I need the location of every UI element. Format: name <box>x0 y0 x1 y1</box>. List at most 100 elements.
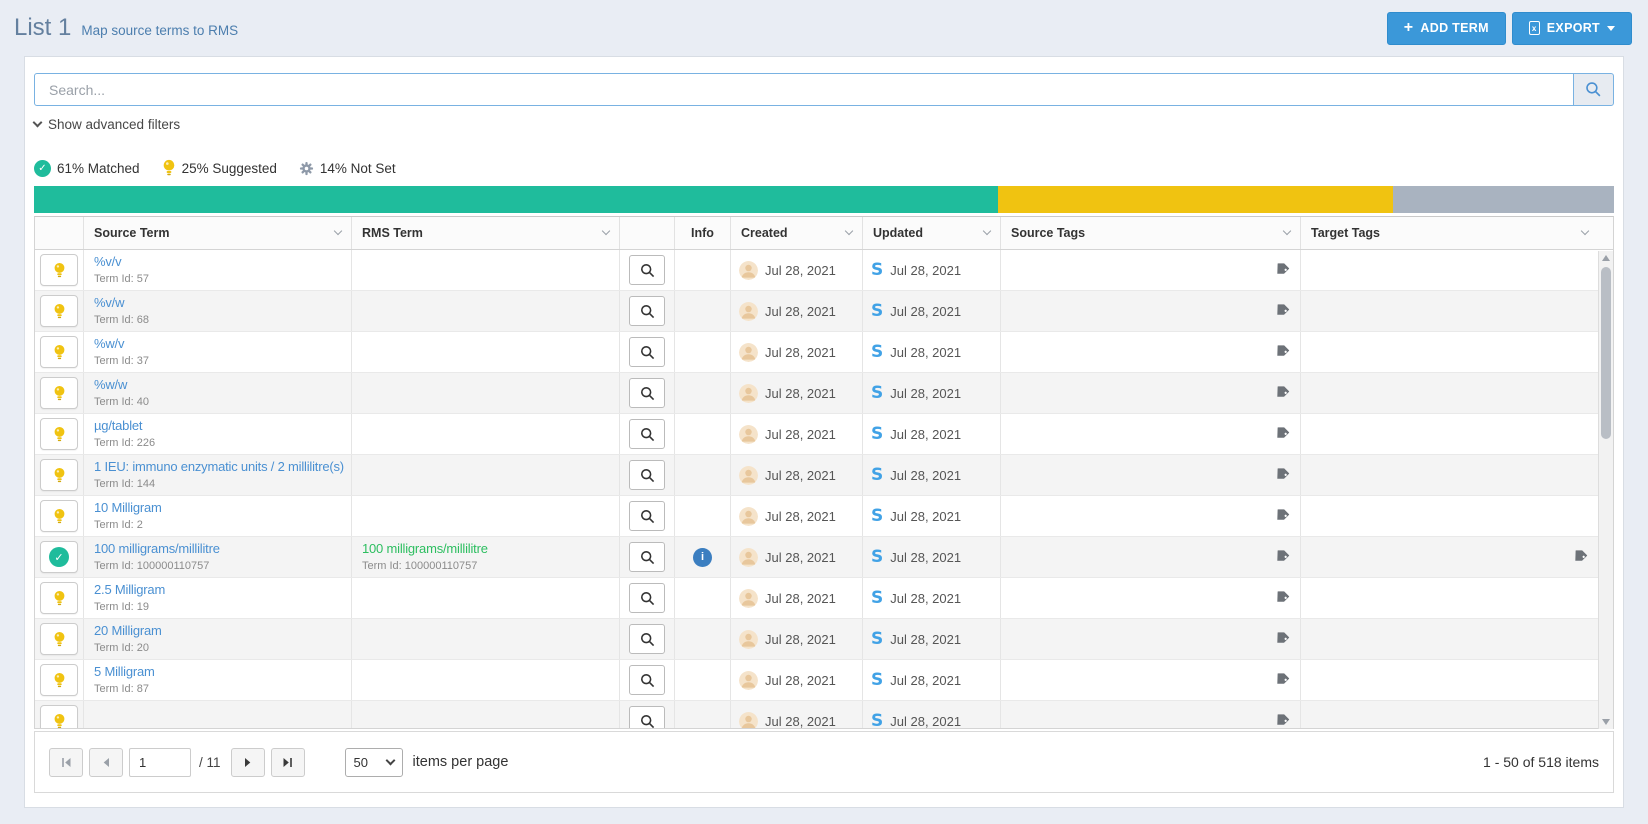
source-term-link[interactable]: %w/v <box>94 335 341 353</box>
source-term-id: Term Id: 144 <box>94 477 156 490</box>
lookup-term-button[interactable] <box>629 378 665 408</box>
next-page-button[interactable] <box>230 747 265 777</box>
sort-chevron-icon[interactable] <box>1282 226 1292 236</box>
source-tag-icon[interactable] <box>1271 383 1291 403</box>
info-icon[interactable]: i <box>693 547 712 567</box>
lookup-term-button[interactable] <box>629 419 665 449</box>
scroll-down-icon[interactable] <box>1602 719 1610 725</box>
suggested-status-button[interactable] <box>40 336 78 368</box>
page-number-input[interactable] <box>129 747 191 777</box>
source-tag-icon[interactable] <box>1271 301 1291 321</box>
column-header-source_term[interactable]: Source Term <box>83 217 351 249</box>
source-tag-icon[interactable] <box>1271 670 1291 690</box>
vertical-scrollbar[interactable] <box>1598 251 1613 729</box>
source-tag-icon[interactable] <box>1271 342 1291 362</box>
sort-chevron-icon[interactable] <box>1580 226 1590 236</box>
cell-created: Jul 28, 2021 <box>730 250 862 290</box>
scrollbar-thumb[interactable] <box>1601 267 1611 439</box>
source-tag-icon[interactable] <box>1271 588 1291 608</box>
user-avatar-icon <box>739 588 758 608</box>
suggested-status-button[interactable] <box>40 500 78 532</box>
excel-file-icon: x <box>1528 21 1540 35</box>
lookup-term-button[interactable] <box>629 296 665 326</box>
scroll-up-icon[interactable] <box>1602 255 1610 261</box>
source-tag-icon[interactable] <box>1271 424 1291 444</box>
source-tag-icon[interactable] <box>1271 506 1291 526</box>
lookup-term-button[interactable] <box>629 460 665 490</box>
suggested-status-button[interactable] <box>40 295 78 327</box>
magnifier-icon <box>640 263 654 277</box>
sort-chevron-icon[interactable] <box>844 226 854 236</box>
cell-source-tags <box>1000 332 1300 372</box>
person-icon <box>739 588 758 608</box>
lookup-term-button[interactable] <box>629 337 665 367</box>
source-term-link[interactable]: 5 Milligram <box>94 663 341 681</box>
source-term: µg/tablet Term Id: 226 <box>84 417 351 450</box>
suggested-status-button[interactable] <box>40 418 78 450</box>
suggested-status-button[interactable] <box>40 705 78 728</box>
user-avatar-icon <box>739 629 758 649</box>
source-term-link[interactable]: 10 Milligram <box>94 499 341 517</box>
source-term-link[interactable]: 100 milligrams/millilitre <box>94 540 341 558</box>
cell-target-tags <box>1300 332 1598 372</box>
lookup-term-button[interactable] <box>629 501 665 531</box>
column-header-updated[interactable]: Updated <box>862 217 1000 249</box>
source-term-link[interactable]: 2.5 Milligram <box>94 581 341 599</box>
source-term-link[interactable]: 1 IEU: immuno enzymatic units / 2 millil… <box>94 458 344 476</box>
target-tag-icon[interactable] <box>1569 547 1589 567</box>
magnifier-icon <box>640 345 654 359</box>
lookup-term-button[interactable] <box>629 665 665 695</box>
column-header-info[interactable]: Info <box>674 217 730 249</box>
last-page-button[interactable] <box>270 747 305 777</box>
export-button[interactable]: x EXPORT <box>1511 11 1632 45</box>
suggested-status-button[interactable] <box>40 623 78 655</box>
cell-info <box>674 578 730 618</box>
column-header-target_tags[interactable]: Target Tags <box>1300 217 1598 249</box>
search-input[interactable] <box>34 73 1574 106</box>
page-size-select[interactable]: 50 <box>344 747 403 777</box>
lookup-term-button[interactable] <box>629 624 665 654</box>
system-s-logo-icon: S <box>871 300 884 321</box>
source-term-link[interactable]: %v/v <box>94 253 341 271</box>
source-term-link[interactable]: %v/w <box>94 294 341 312</box>
previous-page-button[interactable] <box>89 747 123 777</box>
search-bar <box>34 73 1614 106</box>
lookup-term-button[interactable] <box>629 542 665 572</box>
source-tag-icon[interactable] <box>1271 711 1291 728</box>
source-term: 2.5 Milligram Term Id: 19 <box>84 581 351 614</box>
legend-suggested: 25% Suggested <box>162 159 277 177</box>
select-chevron-icon <box>385 755 395 765</box>
sort-chevron-icon[interactable] <box>982 226 992 236</box>
source-tag-icon[interactable] <box>1271 547 1291 567</box>
column-header-rms_term[interactable]: RMS Term <box>351 217 619 249</box>
add-term-button[interactable]: + ADD TERM <box>1386 11 1506 45</box>
source-tag-icon[interactable] <box>1271 465 1291 485</box>
lookup-term-button[interactable] <box>629 583 665 613</box>
source-term-link[interactable]: 20 Milligram <box>94 622 341 640</box>
suggested-status-button[interactable] <box>40 459 78 491</box>
lookup-term-button[interactable] <box>629 255 665 285</box>
source-term: %w/w Term Id: 40 <box>84 376 351 409</box>
source-term: 20 Milligram Term Id: 20 <box>84 622 351 655</box>
suggested-status-button[interactable] <box>40 254 78 286</box>
cell-source-tags <box>1000 291 1300 331</box>
show-advanced-filters-toggle[interactable]: Show advanced filters <box>32 117 180 132</box>
suggested-status-button[interactable] <box>40 582 78 614</box>
sort-chevron-icon[interactable] <box>333 226 343 236</box>
sort-chevron-icon[interactable] <box>601 226 611 236</box>
lookup-term-button[interactable] <box>629 706 665 728</box>
first-page-button[interactable] <box>49 747 83 777</box>
source-tag-icon[interactable] <box>1271 629 1291 649</box>
source-term-link[interactable]: µg/tablet <box>94 417 341 435</box>
column-header-created[interactable]: Created <box>730 217 862 249</box>
matched-status-button[interactable]: ✓ <box>40 541 78 573</box>
source-tag-icon[interactable] <box>1271 260 1291 280</box>
rms-term-link[interactable]: 100 milligrams/millilitre <box>362 540 609 558</box>
suggested-status-button[interactable] <box>40 664 78 696</box>
cell-source-term: 100 milligrams/millilitre Term Id: 100000… <box>83 537 351 577</box>
suggested-status-button[interactable] <box>40 377 78 409</box>
search-button[interactable] <box>1573 73 1614 106</box>
system-s-logo-icon: S <box>871 505 884 526</box>
source-term-link[interactable]: %w/w <box>94 376 341 394</box>
column-header-source_tags[interactable]: Source Tags <box>1000 217 1300 249</box>
